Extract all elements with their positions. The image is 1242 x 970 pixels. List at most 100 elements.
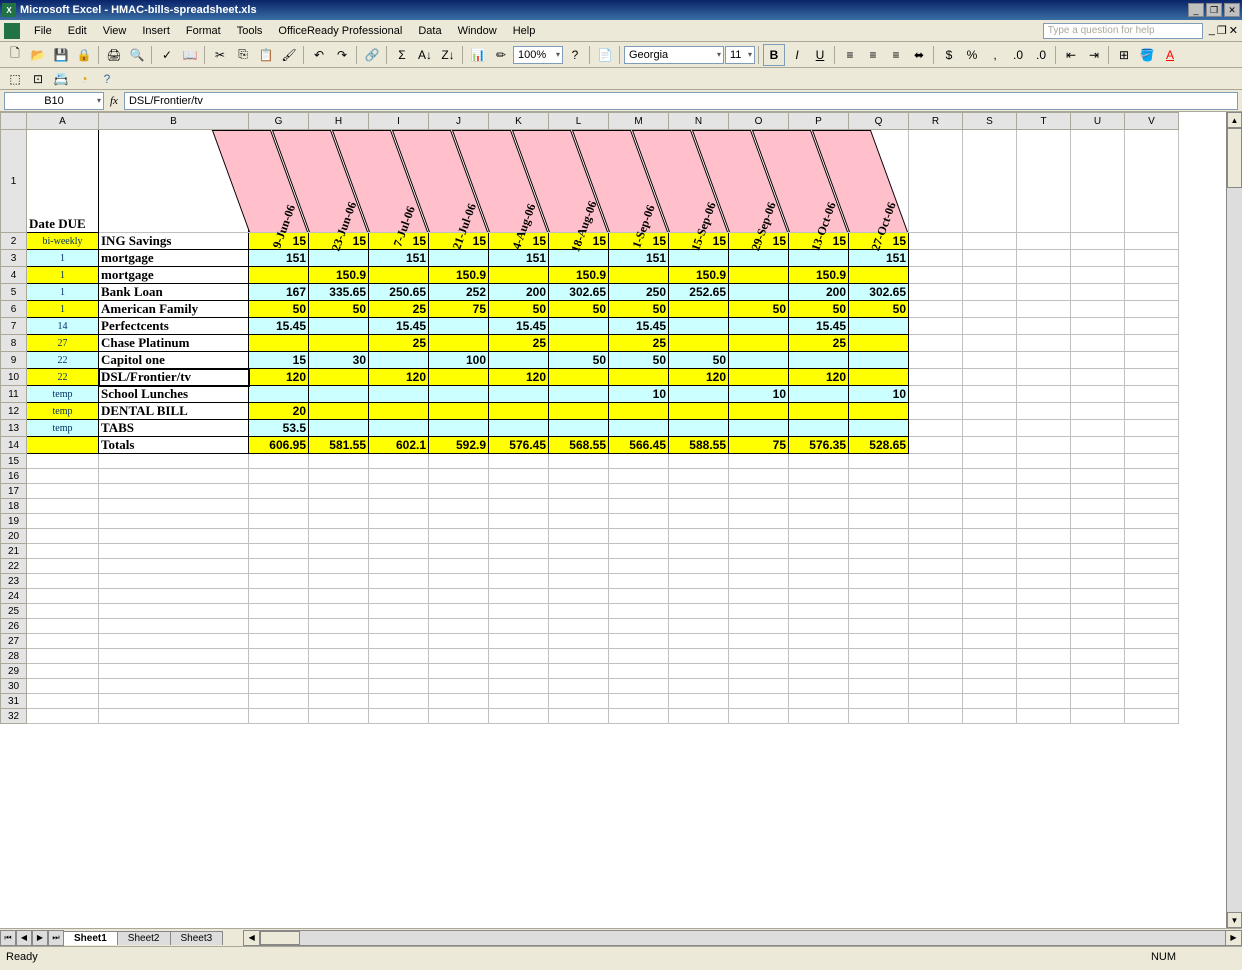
cell-r24c15[interactable] <box>1017 589 1071 604</box>
cell-empty-12-4[interactable] <box>1125 403 1179 420</box>
cell-r15c1[interactable] <box>99 454 249 469</box>
cell-r22c16[interactable] <box>1071 559 1125 574</box>
cell-r29c9[interactable] <box>669 664 729 679</box>
cell-J9[interactable]: 100 <box>429 352 489 369</box>
cell-M7[interactable]: 15.45 <box>609 318 669 335</box>
cell-r20c9[interactable] <box>669 529 729 544</box>
cell-N5[interactable]: 252.65 <box>669 284 729 301</box>
cell-r27c7[interactable] <box>549 634 609 649</box>
cell-r17c15[interactable] <box>1017 484 1071 499</box>
cell-r18c13[interactable] <box>909 499 963 514</box>
row-header-32[interactable]: 32 <box>1 709 27 724</box>
cell-r15c5[interactable] <box>429 454 489 469</box>
cell-K12[interactable] <box>489 403 549 420</box>
fill-color-icon[interactable]: 🪣 <box>1136 44 1158 66</box>
cell-r15c12[interactable] <box>849 454 909 469</box>
print-icon[interactable]: 🖨 <box>103 44 125 66</box>
cell-r29c0[interactable] <box>27 664 99 679</box>
cell-r18c8[interactable] <box>609 499 669 514</box>
select-all-corner[interactable] <box>1 113 27 130</box>
row-header-17[interactable]: 17 <box>1 484 27 499</box>
cell-r15c15[interactable] <box>1017 454 1071 469</box>
cell-r19c10[interactable] <box>729 514 789 529</box>
cell-I14[interactable]: 602.1 <box>369 437 429 454</box>
cell-r24c12[interactable] <box>849 589 909 604</box>
cell-empty-11-0[interactable] <box>909 386 963 403</box>
cell-r26c0[interactable] <box>27 619 99 634</box>
format-painter-icon[interactable]: 🖌 <box>278 44 300 66</box>
cell-r21c12[interactable] <box>849 544 909 559</box>
menu-data[interactable]: Data <box>410 23 449 39</box>
cell-r15c0[interactable] <box>27 454 99 469</box>
cell-empty-3-2[interactable] <box>1017 250 1071 267</box>
cell-r19c11[interactable] <box>789 514 849 529</box>
redo-icon[interactable]: ↷ <box>331 44 353 66</box>
cell-A3[interactable]: 1 <box>27 250 99 267</box>
cell-r32c7[interactable] <box>549 709 609 724</box>
cell-empty-11-2[interactable] <box>1017 386 1071 403</box>
cell-r31c14[interactable] <box>963 694 1017 709</box>
cell-r28c15[interactable] <box>1017 649 1071 664</box>
cell-r27c8[interactable] <box>609 634 669 649</box>
cell-empty-9-0[interactable] <box>909 352 963 369</box>
increase-decimal-icon[interactable]: .0 <box>1007 44 1029 66</box>
cell-r18c15[interactable] <box>1017 499 1071 514</box>
cell-empty-14-4[interactable] <box>1125 437 1179 454</box>
cell-r28c7[interactable] <box>549 649 609 664</box>
cell-N13[interactable] <box>669 420 729 437</box>
new-icon[interactable]: 🗋 <box>4 44 26 66</box>
cell-r20c7[interactable] <box>549 529 609 544</box>
cell-empty-3-0[interactable] <box>909 250 963 267</box>
row-header-13[interactable]: 13 <box>1 420 27 437</box>
cell-G3[interactable]: 151 <box>249 250 309 267</box>
cell-r29c16[interactable] <box>1071 664 1125 679</box>
cell-G4[interactable] <box>249 267 309 284</box>
cell-r28c5[interactable] <box>429 649 489 664</box>
cell-I12[interactable] <box>369 403 429 420</box>
cell-r17c16[interactable] <box>1071 484 1125 499</box>
cell-M4[interactable] <box>609 267 669 284</box>
row-header-9[interactable]: 9 <box>1 352 27 369</box>
row-header-24[interactable]: 24 <box>1 589 27 604</box>
cell-r32c3[interactable] <box>309 709 369 724</box>
cell-r20c5[interactable] <box>429 529 489 544</box>
cell-r30c6[interactable] <box>489 679 549 694</box>
cell-L12[interactable] <box>549 403 609 420</box>
cell-r19c5[interactable] <box>429 514 489 529</box>
help-search-box[interactable]: Type a question for help <box>1043 23 1203 39</box>
cell-I4[interactable] <box>369 267 429 284</box>
cell-N12[interactable] <box>669 403 729 420</box>
cell-r16c6[interactable] <box>489 469 549 484</box>
cell-r32c10[interactable] <box>729 709 789 724</box>
cell-r30c0[interactable] <box>27 679 99 694</box>
cell-empty-1-4[interactable] <box>1125 130 1179 233</box>
cell-A13[interactable]: temp <box>27 420 99 437</box>
cell-r25c7[interactable] <box>549 604 609 619</box>
cell-r22c4[interactable] <box>369 559 429 574</box>
font-color-icon[interactable]: A <box>1159 44 1181 66</box>
cell-r15c14[interactable] <box>963 454 1017 469</box>
cell-r24c16[interactable] <box>1071 589 1125 604</box>
cell-r21c10[interactable] <box>729 544 789 559</box>
cell-K11[interactable] <box>489 386 549 403</box>
tab-first-button[interactable]: ⏮ <box>0 930 16 946</box>
cell-r30c1[interactable] <box>99 679 249 694</box>
cell-r23c10[interactable] <box>729 574 789 589</box>
cell-r20c17[interactable] <box>1125 529 1179 544</box>
cell-r25c2[interactable] <box>249 604 309 619</box>
cell-r23c2[interactable] <box>249 574 309 589</box>
merge-icon[interactable]: ⬌ <box>908 44 930 66</box>
cell-r30c2[interactable] <box>249 679 309 694</box>
cell-O14[interactable]: 75 <box>729 437 789 454</box>
cell-r15c2[interactable] <box>249 454 309 469</box>
cell-empty-9-2[interactable] <box>1017 352 1071 369</box>
col-header-N[interactable]: N <box>669 113 729 130</box>
cell-G13[interactable]: 53.5 <box>249 420 309 437</box>
cell-empty-1-3[interactable] <box>1071 130 1125 233</box>
cell-r17c12[interactable] <box>849 484 909 499</box>
cell-r31c6[interactable] <box>489 694 549 709</box>
row-header-3[interactable]: 3 <box>1 250 27 267</box>
cell-r17c13[interactable] <box>909 484 963 499</box>
cell-A8[interactable]: 27 <box>27 335 99 352</box>
spreadsheet-grid[interactable]: A B G H I J K L M N O P Q R S T U V 1 Da… <box>0 112 1179 724</box>
